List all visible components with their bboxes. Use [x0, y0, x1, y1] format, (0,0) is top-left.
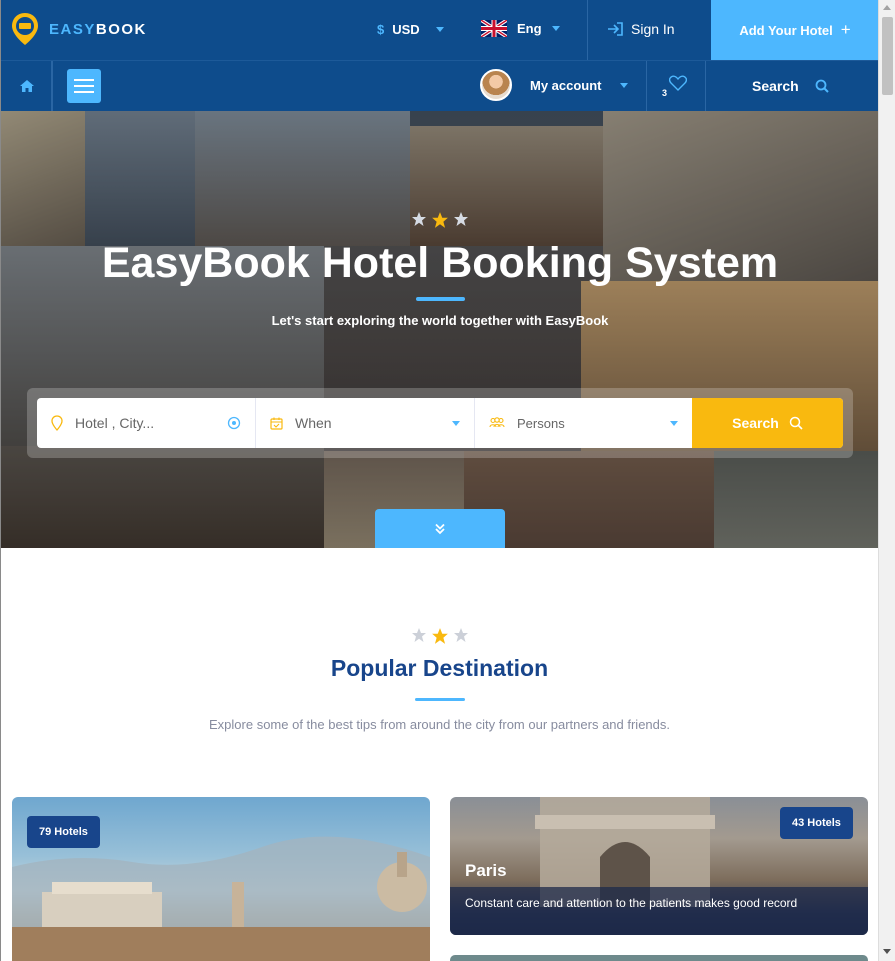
chevron-down-icon [435, 27, 444, 32]
section-title-underline [415, 698, 465, 701]
date-placeholder: When [295, 415, 332, 431]
uk-flag-icon [481, 20, 507, 37]
wishlist-button[interactable]: 3 [646, 61, 706, 111]
home-button[interactable] [1, 61, 53, 111]
sign-in-button[interactable]: Sign In [607, 21, 675, 37]
hotel-count-badge: 79 Hotels [27, 816, 100, 848]
menu-button[interactable] [67, 69, 101, 103]
hotel-search-form: Hotel , City... When Persons Search [37, 398, 843, 448]
hamburger-icon-line [74, 85, 94, 87]
section-subtitle: Explore some of the best tips from aroun… [209, 717, 670, 732]
header-search-label: Search [752, 78, 799, 94]
double-chevron-down-icon [435, 523, 445, 534]
language-label: Eng [517, 21, 542, 36]
add-hotel-button[interactable]: Add Your Hotel + [711, 0, 878, 60]
star-icon [411, 628, 426, 642]
hotel-count-badge: 43 Hotels [780, 807, 853, 839]
page: EASYBOOK $ USD Eng Sign In Add Your Hote… [0, 0, 878, 961]
chevron-down-icon [452, 421, 460, 426]
search-icon [789, 416, 803, 430]
destination-card-paris[interactable]: 43 Hotels Paris Constant care and attent… [450, 797, 868, 935]
logo-pin-icon [12, 13, 38, 45]
star-icon [454, 212, 468, 226]
hamburger-icon-line [74, 91, 94, 93]
section-title: Popular Destination [330, 655, 549, 681]
home-icon [19, 80, 34, 92]
destination-description: Constant care and attention to the patie… [465, 896, 798, 910]
hero-title: EasyBook Hotel Booking System [101, 239, 779, 287]
search-icon [815, 79, 829, 93]
date-input[interactable]: When [256, 398, 475, 448]
star-icon [412, 212, 426, 226]
location-placeholder: Hotel , City... [75, 415, 155, 431]
nav-bar: My account 3 Search [1, 61, 878, 111]
account-label: My account [530, 77, 602, 93]
star-icon [453, 628, 468, 642]
sign-in-label: Sign In [631, 21, 675, 37]
calendar-icon [270, 417, 283, 430]
currency-symbol: $ [377, 22, 385, 37]
star-icon [431, 628, 448, 644]
currency-selector[interactable]: $ USD [377, 22, 444, 37]
chevron-down-icon [619, 82, 628, 88]
scroll-down-button[interactable] [375, 509, 505, 548]
section-rating-stars [1, 627, 878, 645]
hero-subtitle: Let's start exploring the world together… [271, 313, 609, 328]
divider [587, 0, 588, 60]
hero-rating-stars [1, 211, 878, 229]
top-header: EASYBOOK $ USD Eng Sign In Add Your Hote… [1, 0, 878, 61]
map-pin-icon [51, 415, 63, 431]
plus-icon: + [840, 20, 851, 39]
hero-overlay [1, 111, 878, 548]
page-scrollbar[interactable] [878, 0, 895, 961]
star-icon [432, 212, 448, 228]
chevron-down-icon [670, 421, 678, 426]
hamburger-icon-line [74, 79, 94, 81]
wishlist-count: 3 [662, 88, 668, 98]
divider [51, 61, 52, 111]
scroll-up-arrow-icon[interactable] [883, 5, 891, 10]
hero-title-underline [416, 297, 465, 301]
destination-card-next[interactable] [450, 955, 868, 961]
currency-label: USD [392, 22, 420, 37]
chevron-down-icon [551, 26, 560, 31]
destination-card-rome[interactable]: 79 Hotels [12, 797, 430, 961]
hero-section: EasyBook Hotel Booking System Let's star… [1, 111, 878, 548]
add-hotel-label: Add Your Hotel [739, 22, 833, 38]
persons-placeholder: Persons [517, 415, 565, 431]
hero-search-label: Search [732, 415, 779, 431]
users-icon [489, 417, 505, 428]
scroll-down-arrow-icon[interactable] [883, 949, 891, 954]
account-menu[interactable]: My account [480, 69, 628, 101]
hero-search-button[interactable]: Search [692, 398, 843, 448]
logo[interactable]: EASYBOOK [11, 12, 147, 46]
location-input[interactable]: Hotel , City... [37, 398, 256, 448]
destination-title: Paris [465, 861, 507, 880]
persons-select[interactable]: Persons [475, 398, 692, 448]
logo-text: EASYBOOK [49, 20, 147, 38]
avatar [480, 69, 512, 101]
sign-in-icon [608, 22, 623, 36]
scrollbar-thumb[interactable] [882, 17, 893, 95]
locate-target-icon[interactable] [227, 416, 241, 430]
header-search-button[interactable]: Search [752, 78, 829, 94]
language-selector[interactable]: Eng [481, 20, 560, 37]
heart-icon [669, 75, 687, 91]
